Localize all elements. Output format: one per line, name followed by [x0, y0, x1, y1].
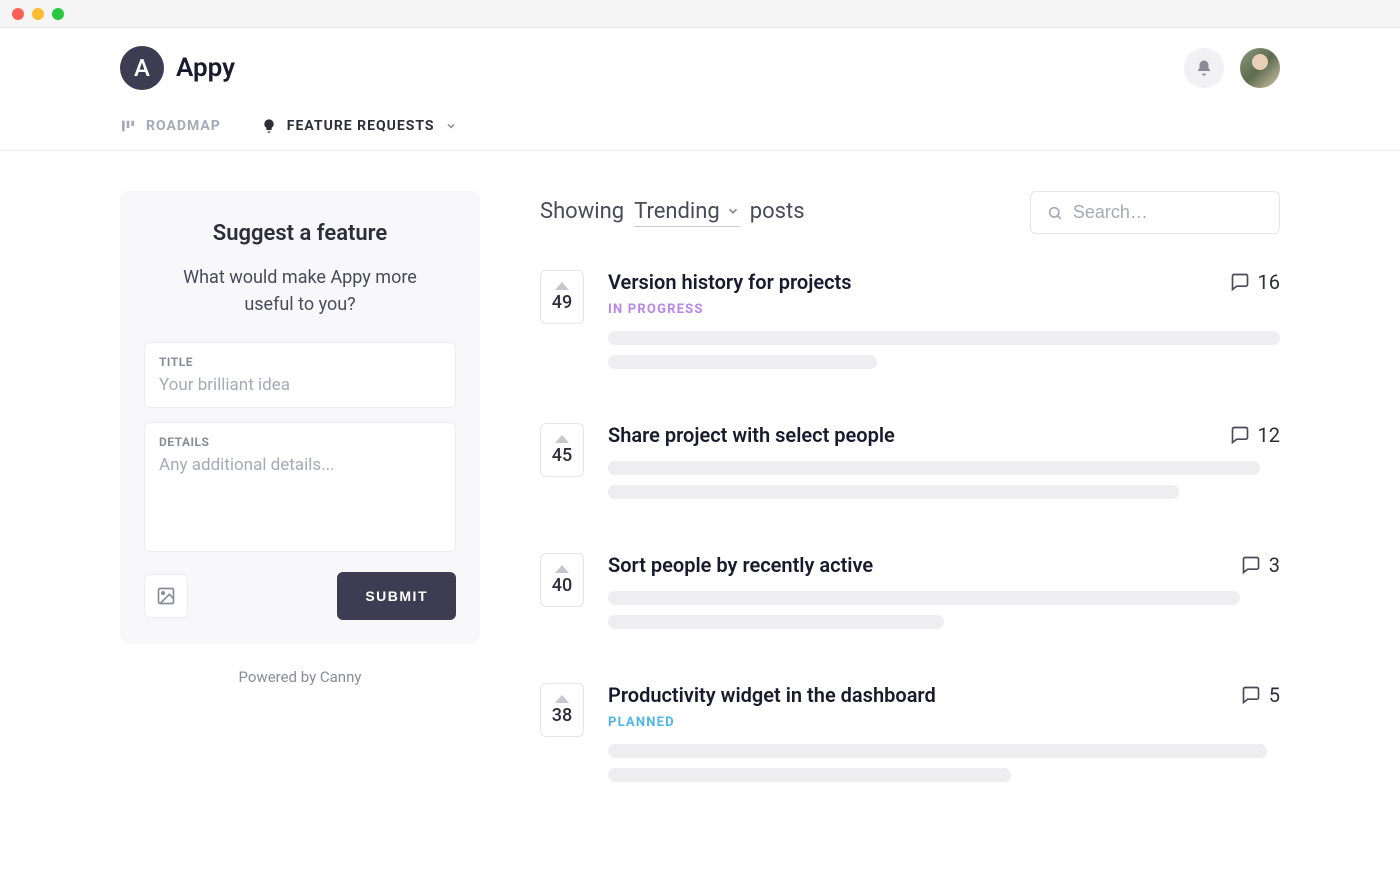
comment-number: 5: [1269, 683, 1280, 707]
posts-list: 49 Version history for projects 16 IN PROGR…: [540, 270, 1280, 792]
post-item: 45 Share project with select people 12: [540, 423, 1280, 509]
window-minimize-button[interactable]: [32, 8, 44, 20]
vote-count: 40: [552, 575, 572, 596]
brand[interactable]: A Appy: [120, 46, 235, 90]
post-body: Sort people by recently active 3: [608, 553, 1280, 639]
app-header: A Appy ROADMAP FEATURE REQUESTS: [0, 28, 1400, 151]
post-status-badge: IN PROGRESS: [608, 302, 1280, 317]
bell-icon: [1195, 59, 1213, 77]
powered-by[interactable]: Powered by Canny: [120, 668, 480, 686]
title-field[interactable]: TITLE: [144, 342, 456, 408]
search-icon: [1047, 204, 1063, 222]
upvote-icon: [555, 282, 569, 290]
post-excerpt-placeholder: [608, 355, 877, 369]
search-box[interactable]: [1030, 191, 1280, 234]
brand-name: Appy: [176, 53, 235, 83]
comment-icon: [1230, 272, 1250, 292]
post-excerpt-placeholder: [608, 331, 1280, 345]
post-excerpt-placeholder: [608, 744, 1267, 758]
comment-count[interactable]: 16: [1230, 270, 1280, 294]
comment-count[interactable]: 5: [1241, 683, 1280, 707]
comment-number: 3: [1269, 553, 1280, 577]
vote-count: 49: [552, 292, 572, 313]
posts-header: Showing Trending posts: [540, 191, 1280, 234]
suggest-title: Suggest a feature: [144, 221, 456, 246]
upvote-icon: [555, 435, 569, 443]
comment-icon: [1241, 685, 1261, 705]
chevron-down-icon: [445, 120, 457, 132]
post-excerpt-placeholder: [608, 768, 1011, 782]
upvote-icon: [555, 565, 569, 573]
posts-label: posts: [750, 199, 805, 224]
comment-number: 12: [1258, 423, 1280, 447]
showing-label: Showing: [540, 199, 624, 224]
post-title[interactable]: Version history for projects: [608, 270, 852, 294]
vote-button[interactable]: 40: [540, 553, 584, 607]
post-title[interactable]: Share project with select people: [608, 423, 895, 447]
sort-value: Trending: [634, 199, 720, 224]
post-item: 49 Version history for projects 16 IN PROGR…: [540, 270, 1280, 379]
post-body: Share project with select people 12: [608, 423, 1280, 509]
comment-count[interactable]: 3: [1241, 553, 1280, 577]
post-excerpt-placeholder: [608, 461, 1260, 475]
comment-count[interactable]: 12: [1230, 423, 1280, 447]
image-icon: [156, 586, 176, 606]
window-close-button[interactable]: [12, 8, 24, 20]
details-field[interactable]: DETAILS: [144, 422, 456, 552]
tab-roadmap-label: ROADMAP: [146, 118, 221, 134]
tab-feature-requests-label: FEATURE REQUESTS: [287, 118, 435, 134]
post-item: 40 Sort people by recently active 3: [540, 553, 1280, 639]
window-titlebar: [0, 0, 1400, 28]
user-avatar[interactable]: [1240, 48, 1280, 88]
attach-image-button[interactable]: [144, 574, 188, 618]
sort-dropdown[interactable]: Trending: [634, 199, 740, 227]
tab-roadmap[interactable]: ROADMAP: [120, 118, 221, 150]
logo-icon: A: [120, 46, 164, 90]
vote-count: 38: [552, 705, 572, 726]
post-title[interactable]: Sort people by recently active: [608, 553, 873, 577]
window-maximize-button[interactable]: [52, 8, 64, 20]
roadmap-icon: [120, 118, 136, 134]
submit-button[interactable]: SUBMIT: [337, 572, 456, 620]
vote-button[interactable]: 45: [540, 423, 584, 477]
title-input[interactable]: [159, 375, 441, 395]
vote-button[interactable]: 49: [540, 270, 584, 324]
post-excerpt-placeholder: [608, 615, 944, 629]
comment-icon: [1230, 425, 1250, 445]
main-content: Suggest a feature What would make Appy m…: [0, 151, 1400, 876]
comment-number: 16: [1258, 270, 1280, 294]
suggest-feature-card: Suggest a feature What would make Appy m…: [120, 191, 480, 644]
lightbulb-icon: [261, 118, 277, 134]
suggest-subtitle: What would make Appy more useful to you?: [144, 264, 456, 318]
title-field-label: TITLE: [159, 355, 441, 369]
search-input[interactable]: [1073, 202, 1263, 223]
chevron-down-icon: [726, 204, 740, 218]
comment-icon: [1241, 555, 1261, 575]
nav-tabs: ROADMAP FEATURE REQUESTS: [0, 118, 1400, 151]
posts-column: Showing Trending posts 49 Version history…: [540, 191, 1280, 836]
vote-count: 45: [552, 445, 572, 466]
details-field-label: DETAILS: [159, 435, 441, 449]
post-body: Version history for projects 16 IN PROGRES…: [608, 270, 1280, 379]
upvote-icon: [555, 695, 569, 703]
post-status-badge: PLANNED: [608, 715, 1280, 730]
post-excerpt-placeholder: [608, 485, 1179, 499]
post-excerpt-placeholder: [608, 591, 1240, 605]
tab-feature-requests[interactable]: FEATURE REQUESTS: [261, 118, 457, 150]
details-input[interactable]: [159, 455, 441, 535]
vote-button[interactable]: 38: [540, 683, 584, 737]
post-title[interactable]: Productivity widget in the dashboard: [608, 683, 936, 707]
notifications-button[interactable]: [1184, 48, 1224, 88]
